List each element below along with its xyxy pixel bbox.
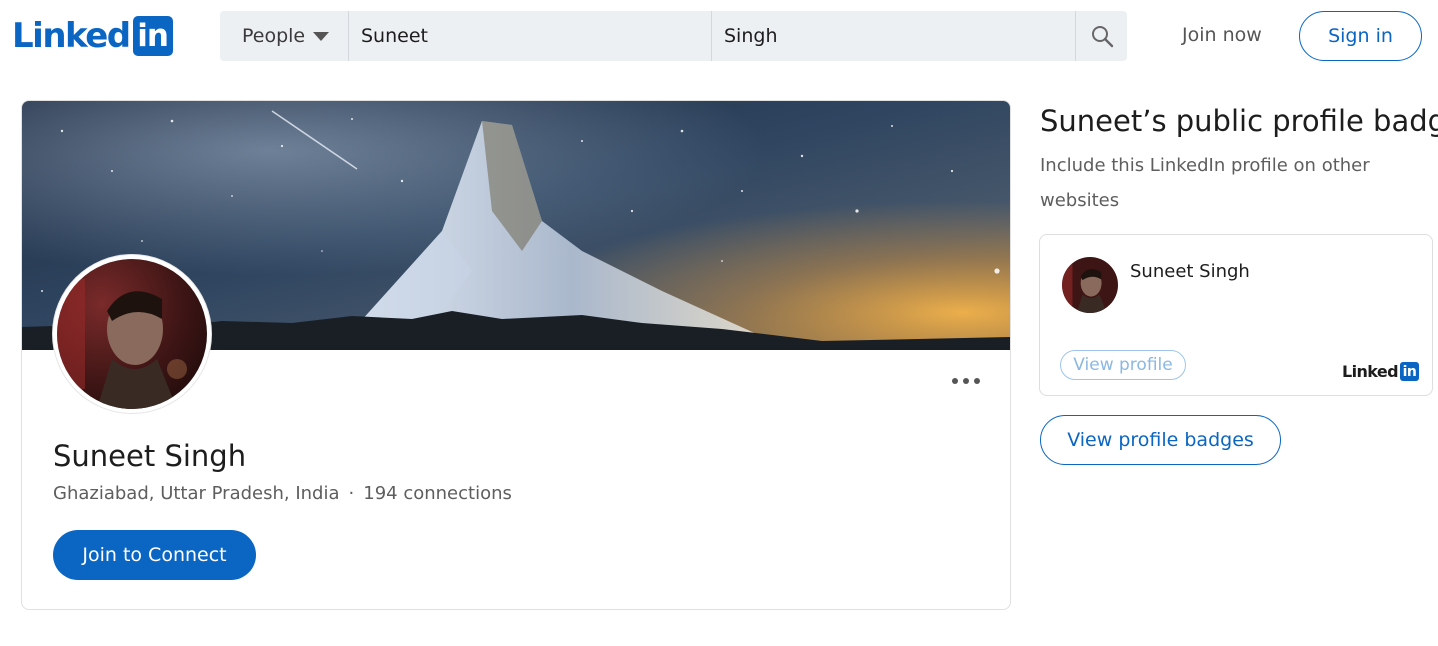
profile-card: Suneet Singh Ghaziabad, Uttar Pradesh, I… (21, 100, 1011, 610)
badge-logo-in-box: in (1400, 362, 1419, 381)
logo-in-box: in (132, 16, 173, 56)
ellipsis-icon (952, 378, 958, 384)
badge-avatar (1062, 257, 1118, 313)
search-type-label: People (242, 25, 306, 47)
profile-avatar[interactable] (53, 255, 211, 413)
view-profile-badges-button[interactable]: View profile badges (1040, 415, 1281, 465)
search-bar: People (220, 11, 1127, 61)
top-nav: Linked in People Join now Sign in (0, 0, 1438, 74)
search-button[interactable] (1076, 11, 1127, 61)
more-actions-button[interactable] (950, 371, 982, 391)
badge-section-subtitle: Include this LinkedIn profile on other w… (1040, 155, 1370, 211)
badge-avatar-photo (1062, 257, 1118, 313)
first-name-input[interactable] (349, 11, 712, 61)
join-to-connect-button[interactable]: Join to Connect (53, 530, 256, 580)
avatar-photo (57, 259, 207, 409)
search-type-dropdown[interactable]: People (220, 11, 349, 61)
join-now-link[interactable]: Join now (1182, 24, 1262, 46)
badge-view-profile-button[interactable]: View profile (1060, 350, 1186, 380)
badge-logo-wordmark: Linked (1342, 362, 1399, 381)
caret-down-icon (313, 31, 330, 41)
profile-badge-preview: Suneet Singh View profile Linked in (1039, 234, 1433, 396)
linkedin-logo[interactable]: Linked in (12, 15, 173, 57)
badge-linkedin-logo: Linked in (1342, 362, 1419, 381)
search-icon (1091, 26, 1113, 48)
profile-location: Ghaziabad, Uttar Pradesh, India (53, 483, 340, 504)
badge-section-title: Suneet’s public profile badge (1040, 104, 1438, 138)
profile-connections: 194 connections (363, 483, 512, 504)
meta-separator: · (348, 483, 355, 504)
profile-name: Suneet Singh (53, 439, 247, 473)
last-name-input[interactable] (712, 11, 1076, 61)
logo-wordmark: Linked (12, 16, 131, 56)
profile-meta: Ghaziabad, Uttar Pradesh, India · 194 conn… (53, 483, 512, 504)
badge-name: Suneet Singh (1130, 261, 1250, 282)
sign-in-button[interactable]: Sign in (1299, 11, 1422, 61)
